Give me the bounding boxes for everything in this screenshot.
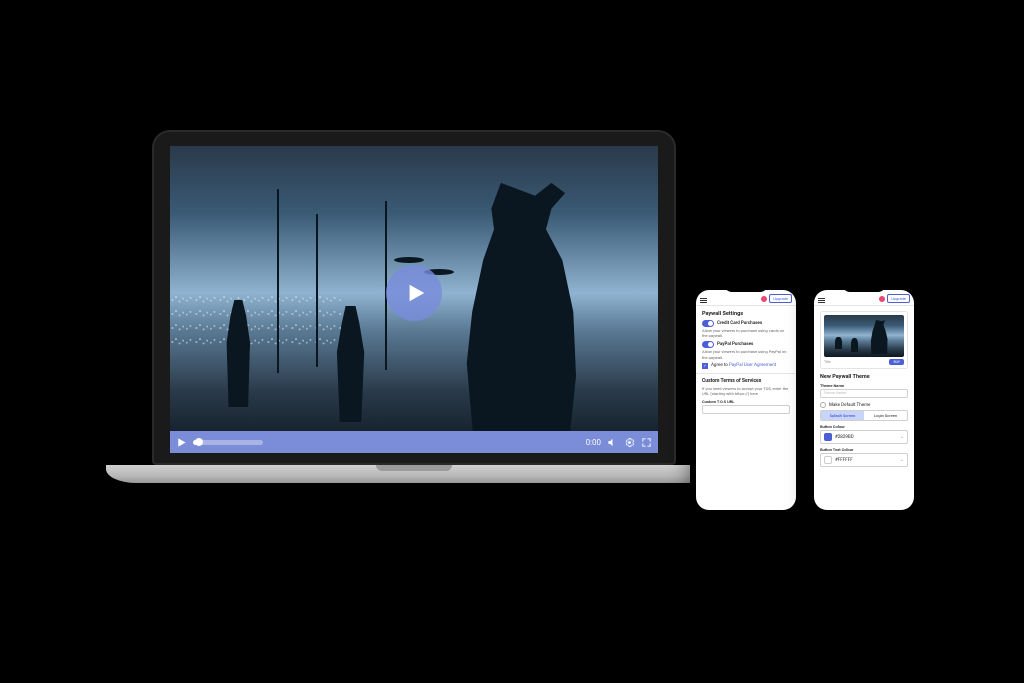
screen-tabs: Splash Screen Login Screen bbox=[820, 410, 908, 421]
tos-url-input[interactable] bbox=[702, 405, 790, 414]
app-header: Upgrade bbox=[696, 290, 796, 306]
phone-body: Paywall Settings Credit Card Purchases A… bbox=[696, 306, 796, 419]
phone-mockup-settings: Upgrade Paywall Settings Credit Card Pur… bbox=[690, 284, 802, 516]
paypal-label: PayPal Purchases bbox=[717, 342, 753, 347]
header-actions: Upgrade bbox=[879, 294, 910, 303]
video-player: 0:00 bbox=[170, 146, 658, 453]
credit-card-desc: Allow your viewers to purchase using car… bbox=[702, 328, 790, 338]
paypal-toggle[interactable] bbox=[702, 341, 714, 348]
agree-checkbox[interactable]: ✓ bbox=[702, 363, 708, 369]
menu-icon[interactable] bbox=[818, 298, 825, 303]
agree-prefix: Agree to bbox=[711, 363, 729, 368]
volume-button[interactable] bbox=[607, 437, 618, 448]
chevron-down-icon: ⌄ bbox=[900, 457, 904, 463]
silhouette bbox=[453, 183, 590, 441]
phone-notch bbox=[842, 284, 886, 292]
fullscreen-button[interactable] bbox=[641, 437, 652, 448]
video-controls: 0:00 bbox=[170, 431, 658, 453]
cymbal bbox=[394, 257, 424, 263]
new-theme-title: New Paywall Theme bbox=[820, 374, 908, 380]
theme-name-input[interactable]: Theme Name bbox=[820, 389, 908, 398]
button-colour-picker[interactable]: #2829BD ⌄ bbox=[820, 430, 908, 444]
upgrade-button[interactable]: Upgrade bbox=[887, 294, 910, 303]
agree-text: Agree to PayPal User Agreement bbox=[711, 363, 776, 368]
laptop-base bbox=[106, 465, 722, 483]
paywall-preview-card: Title BUY bbox=[820, 311, 908, 369]
divider bbox=[696, 373, 796, 374]
default-theme-label: Make Default Theme bbox=[829, 403, 870, 408]
button-colour-value: #2829BD bbox=[835, 435, 854, 440]
upgrade-button[interactable]: Upgrade bbox=[769, 294, 792, 303]
laptop-frame: 0:00 bbox=[152, 130, 676, 465]
button-text-colour-value: #FFFFFF bbox=[835, 458, 853, 463]
paypal-agreement-link[interactable]: PayPal User Agreement bbox=[729, 363, 776, 368]
colour-swatch bbox=[824, 456, 832, 464]
chevron-down-icon: ⌄ bbox=[900, 434, 904, 440]
settings-button[interactable] bbox=[624, 437, 635, 448]
colour-swatch bbox=[824, 433, 832, 441]
paypal-desc: Allow your viewers to purchase using Pay… bbox=[702, 349, 790, 359]
default-theme-row: Make Default Theme bbox=[820, 402, 908, 408]
menu-icon[interactable] bbox=[700, 298, 707, 303]
mic-stand bbox=[316, 214, 318, 368]
button-text-colour-label: Button Text Colour bbox=[820, 447, 908, 452]
agree-row: ✓ Agree to PayPal User Agreement bbox=[702, 363, 790, 369]
mic-stand bbox=[277, 189, 279, 373]
play-button[interactable] bbox=[386, 265, 442, 321]
credit-card-toggle-row: Credit Card Purchases bbox=[702, 320, 790, 327]
laptop-mockup: 0:00 bbox=[152, 130, 676, 483]
header-actions: Upgrade bbox=[761, 294, 792, 303]
laptop-hinge-notch bbox=[376, 465, 452, 471]
theme-name-label: Theme Name bbox=[820, 383, 908, 388]
tos-desc: If you need viewers to accept your TOS, … bbox=[702, 386, 790, 396]
time-display: 0:00 bbox=[586, 438, 601, 447]
app-header: Upgrade bbox=[814, 290, 914, 306]
credit-card-label: Credit Card Purchases bbox=[717, 321, 762, 326]
tos-title: Custom Terms of Services bbox=[702, 378, 790, 384]
notification-badge[interactable] bbox=[879, 296, 885, 302]
phone-screen: Upgrade Paywall Settings Credit Card Pur… bbox=[696, 290, 796, 510]
crowd-lights bbox=[170, 293, 341, 345]
preview-buy-button[interactable]: BUY bbox=[889, 359, 904, 365]
play-small-button[interactable] bbox=[176, 437, 187, 448]
tos-url-label: Custom T.O.S URL bbox=[702, 399, 790, 404]
preview-row: Title BUY bbox=[824, 359, 904, 365]
preview-title-label: Title bbox=[824, 360, 831, 364]
button-text-colour-picker[interactable]: #FFFFFF ⌄ bbox=[820, 453, 908, 467]
tab-splash[interactable]: Splash Screen bbox=[821, 411, 864, 420]
phone-notch bbox=[724, 284, 768, 292]
preview-thumbnail bbox=[824, 315, 904, 357]
phone-mockup-theme: Upgrade Title BUY New Paywall Theme Them… bbox=[808, 284, 920, 516]
play-icon bbox=[405, 282, 427, 304]
paywall-settings-title: Paywall Settings bbox=[702, 311, 790, 317]
paypal-toggle-row: PayPal Purchases bbox=[702, 341, 790, 348]
notification-badge[interactable] bbox=[761, 296, 767, 302]
default-theme-radio[interactable] bbox=[820, 402, 826, 408]
phone-screen: Upgrade Title BUY New Paywall Theme Them… bbox=[814, 290, 914, 510]
seek-thumb[interactable] bbox=[195, 438, 203, 446]
phone-body: Title BUY New Paywall Theme Theme Name T… bbox=[814, 306, 914, 472]
credit-card-toggle[interactable] bbox=[702, 320, 714, 327]
tab-login[interactable]: Login Screen bbox=[864, 411, 907, 420]
seek-bar[interactable] bbox=[193, 440, 263, 445]
button-colour-label: Button Colour bbox=[820, 424, 908, 429]
